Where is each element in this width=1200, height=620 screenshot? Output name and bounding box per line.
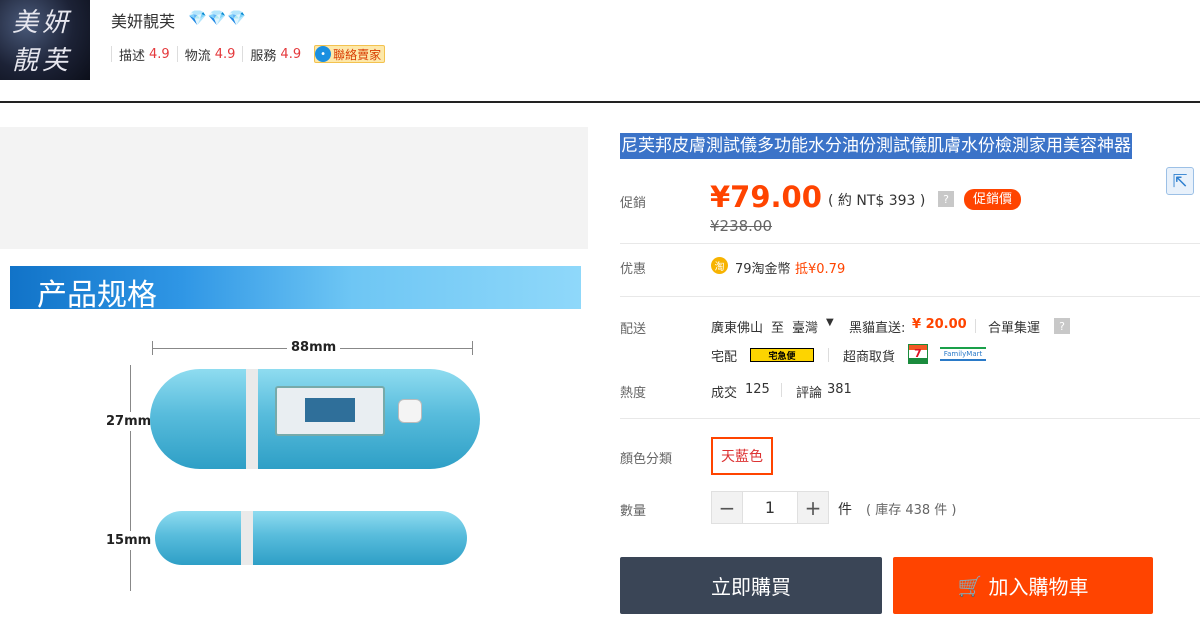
rating-label: 服務 <box>250 48 277 64</box>
taobao-coin-icon: 淘 <box>711 257 728 274</box>
consolidated-shipping: 合單集運 <box>988 321 1041 336</box>
reviews-value[interactable]: 381 <box>827 382 852 397</box>
spec-title: 产品规格 <box>37 278 157 313</box>
device-button <box>398 399 422 423</box>
chevron-down-icon[interactable]: ▼ <box>826 317 834 328</box>
quantity-increase-button[interactable]: + <box>798 492 828 523</box>
buy-now-label: 立即購買 <box>711 575 791 599</box>
quantity-stepper: − 1 + <box>711 491 829 524</box>
seven-eleven-logo: 7 <box>908 344 928 364</box>
spec-banner: 产品规格 <box>10 266 581 313</box>
help-icon[interactable]: ? <box>1054 318 1070 334</box>
quantity-label: 數量 <box>620 504 647 519</box>
device-side-view <box>155 511 467 565</box>
black-cat-logo: 宅急便 <box>750 348 814 362</box>
store-pickup-label: 超商取貨 <box>843 350 896 365</box>
quantity-unit: 件 <box>838 502 852 518</box>
promo-label: 促銷 <box>620 196 647 211</box>
height-label: 27mm <box>106 412 152 431</box>
rating-description: 描述 4.9 <box>111 46 177 64</box>
length-dimension-tick <box>472 341 473 355</box>
contact-seller-button[interactable]: • 聯絡賣家 <box>314 45 386 63</box>
shipping-label: 配送 <box>620 322 647 337</box>
rating-label: 描述 <box>119 48 146 64</box>
diamond-icon: 💎 <box>227 9 247 27</box>
stock-count: ( 庫存 438 件 ) <box>866 503 957 518</box>
reviews-label[interactable]: 評論 <box>796 382 822 401</box>
quantity-decrease-button[interactable]: − <box>712 492 742 523</box>
rating-value: 4.9 <box>149 46 170 62</box>
product-title: 尼芙邦皮膚測試儀多功能水分油份測試儀肌膚水份檢測家用美容神器 <box>620 133 1132 159</box>
shopping-cart-icon: 🛒 <box>957 573 983 598</box>
shop-logo-text-top: 美妍 <box>12 8 73 38</box>
original-price: ¥238.00 <box>710 217 773 235</box>
product-main-image[interactable]: 产品规格 88mm 27mm 15mm <box>0 249 588 620</box>
promo-price: ¥79.00 <box>710 180 822 214</box>
diamond-icon: 💎 <box>188 9 207 27</box>
height-dimension-line <box>130 365 131 591</box>
deals-label: 成交 <box>711 386 738 401</box>
deals-value: 125 <box>745 382 770 397</box>
divider <box>620 243 1200 244</box>
product-gallery: 产品规格 88mm 27mm 15mm <box>0 127 588 620</box>
quantity-input[interactable]: 1 <box>742 492 798 523</box>
divider <box>620 296 1200 297</box>
chat-bubble-icon: • <box>315 46 332 62</box>
home-delivery-label: 宅配 <box>711 350 738 365</box>
device-band <box>241 511 253 565</box>
color-option-sky-blue[interactable]: 天藍色 <box>711 437 773 475</box>
rating-label: 物流 <box>184 48 211 64</box>
color-label: 顏色分類 <box>620 452 673 467</box>
shop-level-diamonds: 💎 💎 💎 <box>188 8 246 28</box>
add-to-cart-label: 加入購物車 <box>988 575 1089 599</box>
gallery-top-area <box>0 127 588 249</box>
coin-amount: 79淘金幣 <box>735 262 791 277</box>
ship-method: 黑貓直送: <box>849 321 906 336</box>
device-screen <box>275 386 385 436</box>
shop-name[interactable]: 美妍靚芙 <box>111 8 175 32</box>
contact-seller-label: 聯絡賣家 <box>333 47 382 62</box>
familymart-logo: FamilyMart <box>940 347 986 361</box>
add-to-cart-button[interactable]: 🛒 加入購物車 <box>893 557 1153 614</box>
shop-ratings: 描述 4.9 物流 4.9 服務 4.9 • 聯絡賣家 <box>111 45 386 64</box>
divider <box>828 348 829 362</box>
ship-fee: ¥ 20.00 <box>912 317 967 332</box>
help-icon[interactable]: ? <box>938 191 954 207</box>
rating-value: 4.9 <box>214 46 236 62</box>
length-dimension-tick <box>152 341 153 355</box>
buy-now-button[interactable]: 立即購買 <box>620 557 882 614</box>
ship-to-select[interactable]: 臺灣 <box>792 317 818 336</box>
device-front-view <box>150 369 480 469</box>
divider <box>975 319 976 333</box>
price-approx-twd: ( 約 NT$ 393 ) <box>828 193 926 209</box>
divider <box>620 418 1200 419</box>
ship-from: 廣東佛山 <box>711 321 764 336</box>
ship-to-word: 至 <box>771 321 785 336</box>
share-out-icon[interactable]: ⇱ <box>1166 167 1194 195</box>
seven-eleven-mark: 7 <box>909 348 927 359</box>
promo-badge: 促銷價 <box>964 189 1022 210</box>
rating-logistics: 物流 4.9 <box>176 46 243 64</box>
shop-logo-text-bottom: 靚芙 <box>12 46 73 76</box>
device-band <box>246 369 258 469</box>
rating-service: 服務 4.9 <box>242 46 308 64</box>
device-lcd <box>305 398 355 422</box>
shop-logo[interactable]: 美妍 靚芙 <box>0 0 90 80</box>
diamond-icon: 💎 <box>207 9 227 27</box>
divider <box>781 383 782 397</box>
thickness-label: 15mm <box>106 531 152 550</box>
rating-value: 4.9 <box>280 46 302 62</box>
shop-header: 美妍 靚芙 美妍靚芙 💎 💎 💎 描述 4.9 物流 4.9 服務 4.9 • … <box>0 0 1200 103</box>
coin-deduct: 抵¥0.79 <box>795 262 846 277</box>
popularity-label: 熱度 <box>620 386 647 401</box>
seven-eleven-stripe <box>909 358 927 363</box>
length-label: 88mm <box>287 340 341 355</box>
discount-label: 优惠 <box>620 262 647 277</box>
